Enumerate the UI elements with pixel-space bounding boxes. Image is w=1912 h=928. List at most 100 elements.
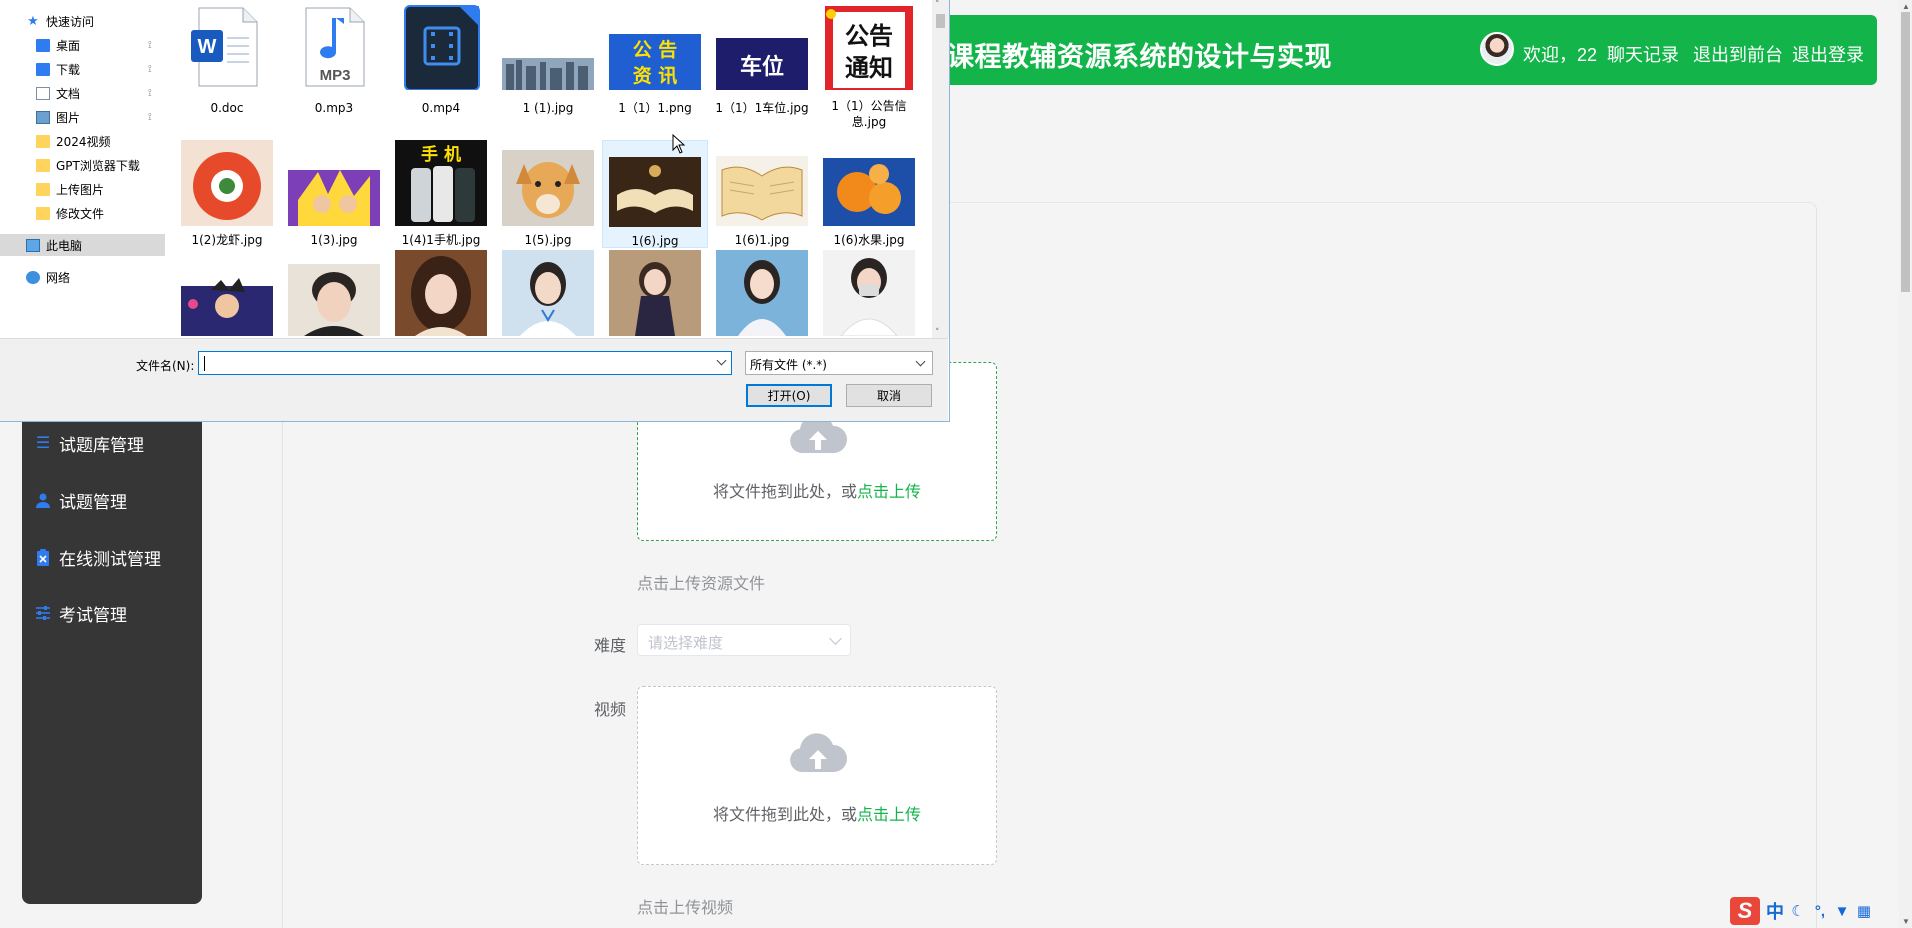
page-scrollbar[interactable]: ▲ ▼ [1899,0,1912,928]
file-thumbnail: 公 告资 讯 [609,4,701,90]
nav-item[interactable]: 修改文件 [0,202,165,224]
file-item[interactable]: 1 (1).jpg [495,4,601,116]
file-item[interactable]: 公告 通知 1（1）公告信息.jpg [816,4,922,130]
file-thumbnail: MP3 [288,4,380,90]
file-item[interactable]: 1(6)1.jpg [709,140,815,248]
pin-icon: ⟟ [148,39,152,51]
dialog-scrollbar[interactable]: ˄ ˅ [932,0,949,338]
chevron-down-icon[interactable] [716,355,727,366]
file-thumbnail: 车位 [716,4,808,90]
file-item[interactable]: 公 告资 讯 1（1）1.png [602,4,708,116]
file-item[interactable]: 车位 1（1）1车位.jpg [709,4,815,116]
file-name: 1(6)1.jpg [734,233,790,247]
cancel-button[interactable]: 取消 [846,384,932,407]
ime-language[interactable]: 中 [1766,898,1784,924]
file-item[interactable] [174,250,280,338]
nav-item[interactable]: ★ 快速访问 [0,10,165,32]
file-name: 1(4)1手机.jpg [401,233,481,247]
file-item[interactable]: 1(2)龙虾.jpg [174,140,280,248]
sidebar-item-label: 在线测试管理 [59,549,161,569]
navigation-pane: ★ 快速访问 桌面 ⟟ 下载 ⟟ 文档 ⟟ 图片 ⟟ 2024视频 GPT浏览器下载 上传图片 修改文件此… [0,0,170,338]
click-upload-link[interactable]: 点击上传 [857,484,921,501]
scroll-up-arrow-icon[interactable]: ˄ [935,0,940,10]
folder-icon [36,134,50,148]
computer-icon [26,238,40,252]
sidebar-item-online-test[interactable]: 在线测试管理 [34,544,161,570]
file-thumbnail: 手 机 [395,140,487,226]
difficulty-label: 难度 [594,638,627,655]
file-type-filter[interactable]: 所有文件 (*.*) [745,351,933,375]
file-item[interactable]: 0.mp4 [388,4,494,116]
file-name: 0.mp4 [421,101,461,115]
file-item[interactable] [388,250,494,338]
folder-icon [36,182,50,196]
video-label: 视频 [594,702,627,719]
svg-text:车位: 车位 [740,54,784,80]
exit-to-front-link[interactable]: 退出到前台 [1693,41,1783,67]
nav-item[interactable]: 此电脑 [0,234,165,256]
file-item[interactable] [602,250,708,338]
video-upload-dropzone[interactable]: 将文件拖到此处，或点击上传 [637,686,997,865]
scroll-up-arrow-icon[interactable]: ▲ [1902,2,1910,11]
file-name: 1（1）公告信息.jpg [831,99,907,129]
file-thumbnail [288,250,380,338]
ime-toolbar[interactable]: S 中 ☾ °, ▼ ▦ [1726,896,1898,926]
file-item[interactable]: 1(6)水果.jpg [816,140,922,248]
sidebar-item-exams[interactable]: 考试管理 [34,600,127,626]
file-item[interactable]: W 0.doc [174,4,280,116]
nav-item[interactable]: 2024视频 [0,130,165,152]
sidebar-item-questions[interactable]: 试题管理 [34,487,127,513]
nav-item-label: 文档 [56,86,81,101]
grid-icon[interactable]: ▦ [1856,903,1872,920]
system-title: 课程教辅资源系统的设计与实现 [947,42,1332,72]
avatar[interactable] [1480,32,1514,66]
open-button[interactable]: 打开(O) [746,384,832,407]
scrollbar-thumb[interactable] [1901,12,1910,292]
nav-item-label: 此电脑 [46,238,83,253]
pin-icon: ⟟ [148,63,152,75]
logout-link[interactable]: 退出登录 [1792,41,1864,67]
click-upload-link[interactable]: 点击上传 [857,807,921,824]
file-name: 1（1）1.png [618,101,692,115]
nav-item[interactable]: 图片 ⟟ [0,106,165,128]
nav-item[interactable]: 上传图片 [0,178,165,200]
nav-item-label: GPT浏览器下载 [56,158,140,173]
file-item[interactable] [816,250,922,338]
file-thumbnail [502,4,594,90]
file-item[interactable]: 手 机 1(4)1手机.jpg [388,140,494,248]
scroll-down-arrow-icon[interactable]: ▼ [1902,917,1910,926]
file-item[interactable] [709,250,815,338]
nav-item[interactable]: GPT浏览器下载 [0,154,165,176]
filename-input[interactable] [198,351,732,375]
file-item[interactable] [495,250,601,338]
clipboard-icon [34,548,52,566]
nav-item[interactable]: 桌面 ⟟ [0,34,165,56]
scrollbar-thumb[interactable] [936,14,945,28]
nav-item[interactable]: 下载 ⟟ [0,58,165,80]
file-thumbnail [181,140,273,226]
file-thumbnail [823,250,915,338]
moon-icon[interactable]: ☾ [1790,903,1806,920]
file-name: 1 (1).jpg [522,101,574,115]
chat-history-link[interactable]: 聊天记录 [1607,41,1679,67]
pictures-icon [36,110,50,124]
desktop-icon [36,38,50,52]
nav-item[interactable]: 文档 ⟟ [0,82,165,104]
file-name: 1(5).jpg [524,233,572,247]
file-name: 1(2)龙虾.jpg [191,233,263,247]
file-thumbnail: 公告 通知 [823,4,915,90]
file-item[interactable] [281,250,387,338]
shirt-icon[interactable]: ▼ [1834,903,1850,920]
sidebar-item-label: 试题库管理 [59,435,144,455]
file-item[interactable]: MP3 0.mp3 [281,4,387,116]
file-item[interactable]: 1(3).jpg [281,140,387,248]
file-item[interactable]: 1(6).jpg [602,140,708,248]
file-thumbnail [609,250,701,338]
nav-item[interactable]: 网络 [0,266,165,288]
difficulty-select[interactable]: 请选择难度 [637,624,851,656]
sidebar-item-question-bank[interactable]: ☰ 试题库管理 [34,430,144,456]
scroll-down-arrow-icon[interactable]: ˅ [935,328,940,338]
punctuation-icon[interactable]: °, [1812,903,1828,920]
video-upload-hint: 点击上传视频 [637,900,734,917]
file-item[interactable]: 1(5).jpg [495,140,601,248]
